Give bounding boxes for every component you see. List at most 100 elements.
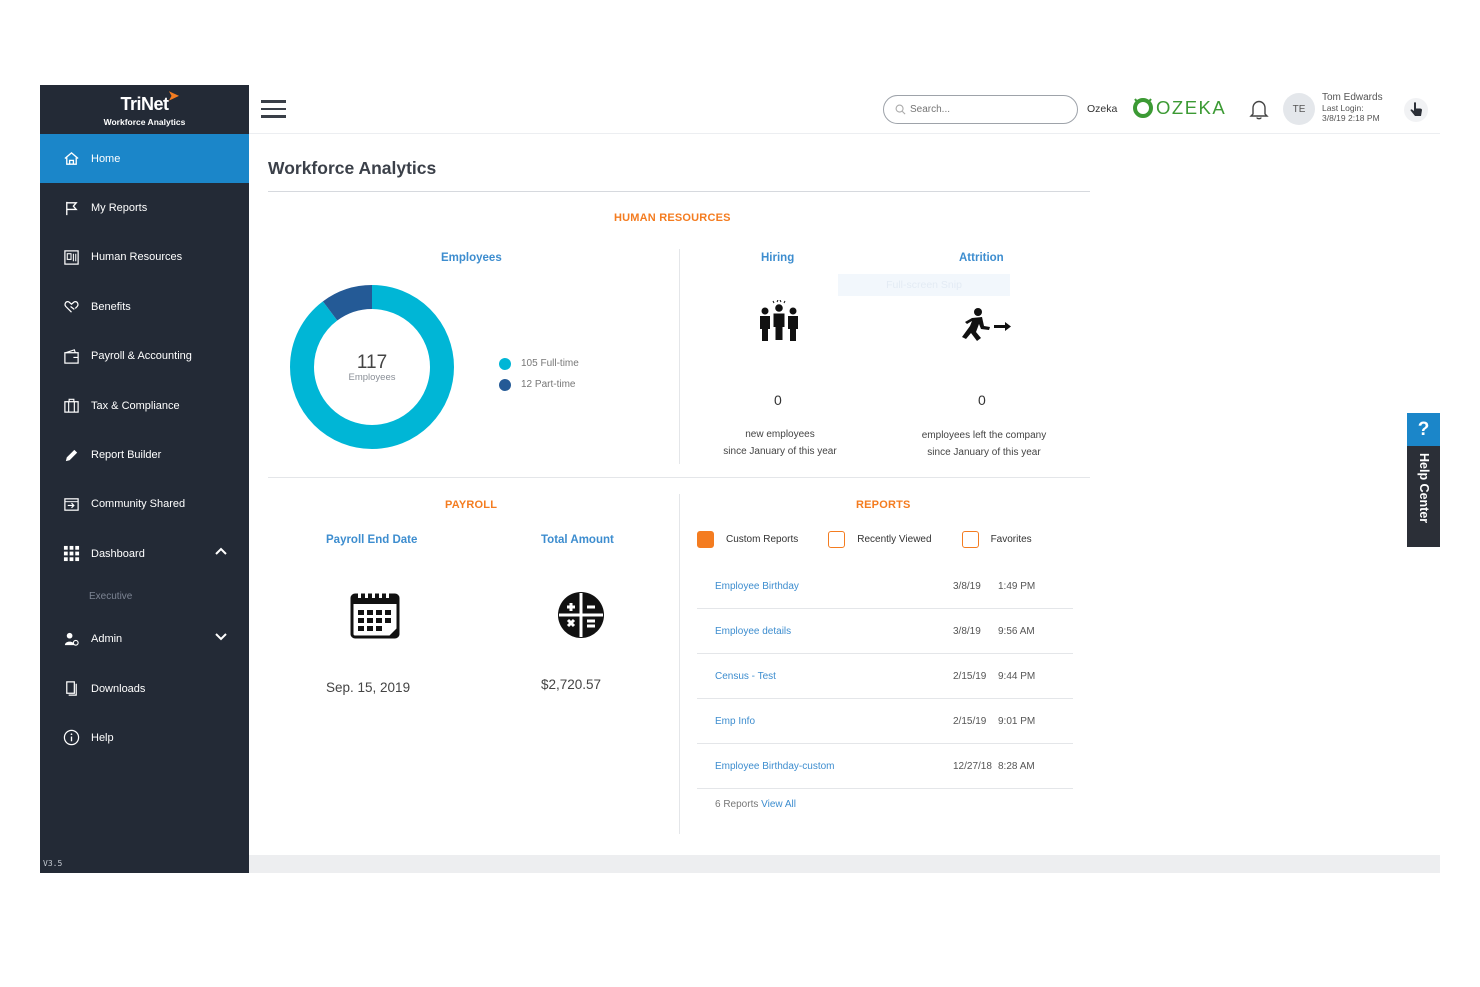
legend-label: Full-time xyxy=(540,358,579,369)
table-row[interactable]: Employee Birthday 3/8/19 1:49 PM xyxy=(697,564,1073,609)
top-header: Ozeka OZEKA TE Tom Edwards Last Login: 3… xyxy=(249,85,1440,134)
sidebar-subitem-executive[interactable]: Executive xyxy=(40,579,249,615)
user-info[interactable]: Tom Edwards Last Login: 3/8/19 2:18 PM xyxy=(1322,93,1383,124)
calendar-icon xyxy=(350,592,400,639)
sidebar-item-admin[interactable]: Admin xyxy=(40,615,249,664)
sidebar-item-payroll-accounting[interactable]: Payroll & Accounting xyxy=(40,332,249,381)
payroll-end-date-title[interactable]: Payroll End Date xyxy=(326,534,417,546)
report-date: 2/15/19 xyxy=(953,715,987,727)
filter-label: Favorites xyxy=(990,534,1032,545)
legend-item-parttime: 12 Part-time xyxy=(499,374,579,395)
search-icon xyxy=(895,104,906,115)
sidebar-item-label: Human Resources xyxy=(91,251,183,264)
admin-icon xyxy=(62,630,80,648)
filter-favorites[interactable]: Favorites xyxy=(961,531,1032,548)
total-amount-title[interactable]: Total Amount xyxy=(541,534,614,546)
report-time: 9:01 PM xyxy=(998,715,1036,727)
table-row[interactable]: Employee Birthday-custom 12/27/18 8:28 A… xyxy=(697,744,1073,789)
report-name-link[interactable]: Census - Test xyxy=(697,671,953,682)
legend-dot xyxy=(499,357,511,370)
employees-donut[interactable]: 117 Employees xyxy=(289,284,455,450)
checkbox-custom-reports[interactable] xyxy=(697,531,714,548)
report-name-link[interactable]: Employee Birthday xyxy=(697,581,953,592)
app-window: TriNet ➤ Workforce Analytics Home My Repo… xyxy=(40,85,1440,873)
reports-section-title: REPORTS xyxy=(856,499,911,511)
sidebar-item-home[interactable]: Home xyxy=(40,134,249,184)
company-logo-text: OZEKA xyxy=(1156,97,1227,118)
avatar[interactable]: TE xyxy=(1283,93,1315,125)
report-date: 2/15/19 xyxy=(953,670,987,682)
company-logo: OZEKA xyxy=(1132,97,1226,119)
flag-icon xyxy=(62,199,80,217)
sidebar-item-label: Dashboard xyxy=(91,547,145,560)
pencil-icon xyxy=(62,446,80,464)
sidebar-item-benefits[interactable]: Benefits xyxy=(40,282,249,331)
table-row[interactable]: Census - Test 2/15/19 9:44 PM xyxy=(697,654,1073,699)
report-name-link[interactable]: Employee Birthday-custom xyxy=(697,761,953,772)
snip-overlay: Full-screen Snip xyxy=(838,274,1010,296)
hr-section-title: HUMAN RESOURCES xyxy=(614,212,731,224)
sidebar-item-report-builder[interactable]: Report Builder xyxy=(40,430,249,479)
wallet-icon xyxy=(62,347,80,365)
download-icon xyxy=(62,680,80,698)
title-divider xyxy=(268,191,1090,192)
sidebar-item-tax-compliance[interactable]: Tax & Compliance xyxy=(40,381,249,430)
people-celebrate-icon xyxy=(760,300,798,341)
home-icon xyxy=(62,150,80,168)
sidebar-item-label: Benefits xyxy=(91,300,131,313)
brand-name: TriNet xyxy=(120,94,169,114)
spark-icon: ➤ xyxy=(168,88,179,103)
help-center-tab[interactable]: ? Help Center xyxy=(1407,413,1440,547)
search-input[interactable] xyxy=(910,104,1060,115)
sidebar-item-help[interactable]: Help xyxy=(40,713,249,762)
sidebar-item-my-reports[interactable]: My Reports xyxy=(40,183,249,232)
brand-logo[interactable]: TriNet ➤ Workforce Analytics xyxy=(40,85,249,134)
employees-title[interactable]: Employees xyxy=(441,252,502,264)
report-filters: Custom Reports Recently Viewed Favorites xyxy=(697,531,1062,548)
employees-legend: 105 Full-time 12 Part-time xyxy=(499,353,579,395)
sidebar-item-dashboard[interactable]: Dashboard xyxy=(40,529,249,578)
attrition-description: employees left the company since January… xyxy=(898,428,1070,461)
legend-item-fulltime: 105 Full-time xyxy=(499,353,579,374)
section-divider xyxy=(268,477,1090,478)
sidebar-item-human-resources[interactable]: Human Resources xyxy=(40,233,249,282)
chevron-up-icon[interactable] xyxy=(215,547,227,555)
report-time: 1:49 PM xyxy=(998,580,1036,592)
filter-label: Custom Reports xyxy=(726,534,799,545)
table-row[interactable]: Emp Info 2/15/19 9:01 PM xyxy=(697,699,1073,744)
sidebar-item-downloads[interactable]: Downloads xyxy=(40,664,249,713)
sidebar-item-label: My Reports xyxy=(91,202,148,215)
checkbox-recently-viewed[interactable] xyxy=(828,531,846,548)
attrition-title[interactable]: Attrition xyxy=(959,252,1004,264)
sidebar-item-label: Admin xyxy=(91,633,123,646)
report-date: 3/8/19 xyxy=(953,580,981,592)
employees-total: 117 xyxy=(356,351,388,373)
table-row[interactable]: Employee details 3/8/19 9:56 AM xyxy=(697,609,1073,654)
question-icon: ? xyxy=(1407,413,1440,446)
sidebar-item-label: Downloads xyxy=(91,682,146,695)
id-card-icon xyxy=(62,248,80,266)
report-date: 12/27/18 xyxy=(953,760,992,772)
filter-custom-reports[interactable]: Custom Reports xyxy=(697,531,798,548)
report-name-link[interactable]: Employee details xyxy=(697,626,953,637)
report-time: 9:44 PM xyxy=(998,670,1036,682)
legend-count: 105 xyxy=(521,358,538,369)
checkbox-favorites[interactable] xyxy=(961,531,979,548)
view-all-link[interactable]: View All xyxy=(761,799,796,810)
sidebar-item-community-shared[interactable]: Community Shared xyxy=(40,480,249,529)
filter-recently-viewed[interactable]: Recently Viewed xyxy=(828,531,932,548)
hiring-title[interactable]: Hiring xyxy=(761,252,794,264)
share-icon xyxy=(62,495,80,513)
hiring-desc-line2: since January of this year xyxy=(723,445,837,457)
sidebar-item-label: Help xyxy=(91,731,114,744)
search-box[interactable] xyxy=(883,95,1078,124)
chevron-down-icon[interactable] xyxy=(215,632,227,641)
hamburger-menu-icon[interactable] xyxy=(261,100,286,119)
filter-label: Recently Viewed xyxy=(857,534,932,545)
heart-hand-icon xyxy=(62,298,80,316)
touch-icon[interactable] xyxy=(1404,98,1428,122)
report-name-link[interactable]: Emp Info xyxy=(697,716,953,727)
attrition-desc-line1: employees left the company xyxy=(921,430,1047,441)
sidebar-item-label: Home xyxy=(91,152,121,165)
bell-icon[interactable] xyxy=(1249,98,1269,120)
